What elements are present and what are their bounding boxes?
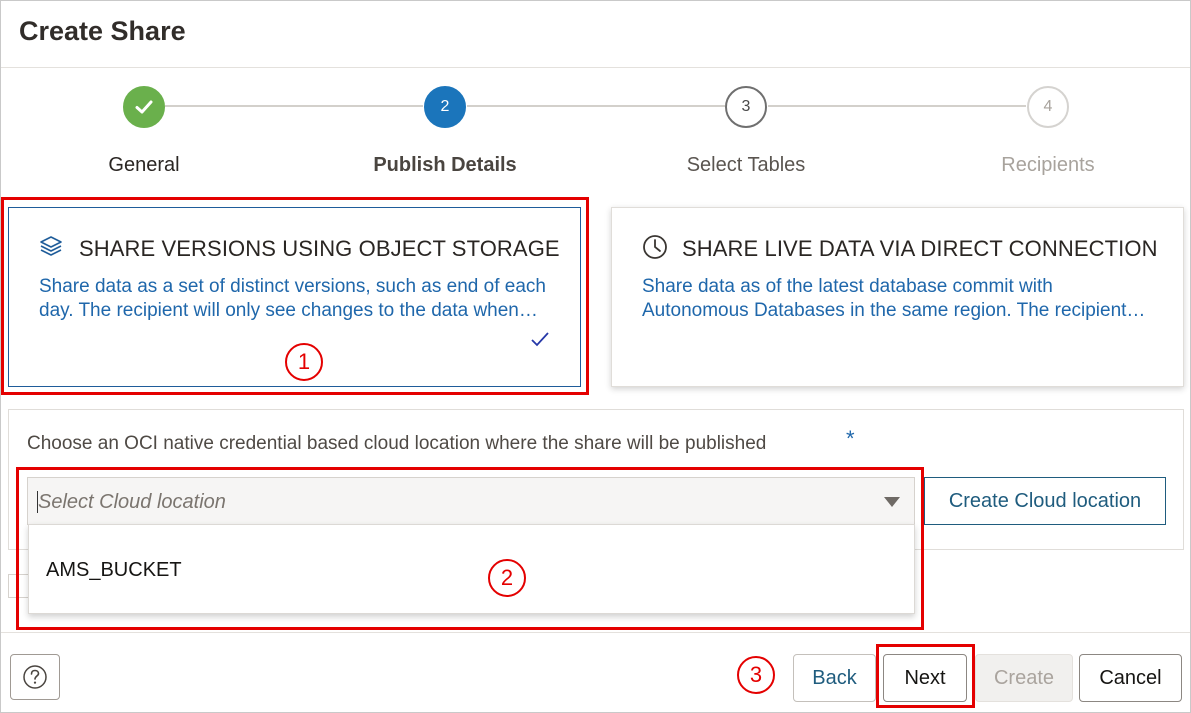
step-1-complete-check-icon[interactable] — [123, 86, 165, 128]
checkmark-icon — [135, 100, 153, 114]
option-title: SHARE LIVE DATA VIA DIRECT CONNECTION — [682, 236, 1158, 261]
step-label-recipients: Recipients — [1001, 154, 1095, 176]
required-indicator: * — [846, 426, 855, 451]
next-button[interactable]: Next — [883, 654, 967, 702]
annotation-highlight-2 — [16, 467, 924, 630]
step-connector — [165, 105, 423, 107]
step-connector — [467, 105, 725, 107]
clock-icon — [642, 234, 668, 265]
step-4-indicator: 4 — [1027, 86, 1069, 128]
description-line: Share data as of the latest database com… — [642, 276, 1053, 297]
step-label-general[interactable]: General — [34, 154, 254, 177]
dialog-title: Create Share — [19, 16, 186, 46]
step-2-indicator[interactable]: 2 — [424, 86, 466, 128]
step-label-select-tables[interactable]: Select Tables — [636, 154, 856, 177]
description-line: Autonomous Databases in the same region.… — [642, 300, 1146, 321]
create-button: Create — [975, 654, 1073, 702]
cancel-button[interactable]: Cancel — [1079, 654, 1182, 702]
step-label-publish-details[interactable]: Publish Details — [335, 154, 555, 177]
annotation-callout-3: 3 — [737, 656, 775, 694]
cloud-location-label: Choose an OCI native credential based cl… — [27, 433, 767, 454]
create-cloud-location-button[interactable]: Create Cloud location — [924, 477, 1166, 525]
footer-divider — [1, 632, 1190, 633]
back-button[interactable]: Back — [793, 654, 876, 702]
option-description: Share data as of the latest database com… — [642, 275, 1145, 323]
step-3-indicator[interactable]: 3 — [725, 86, 767, 128]
live-data-option-card[interactable]: SHARE LIVE DATA VIA DIRECT CONNECTION Sh… — [611, 207, 1184, 387]
help-icon — [23, 665, 47, 689]
annotation-callout-2: 2 — [488, 559, 526, 597]
step-connector — [768, 105, 1026, 107]
help-button[interactable] — [10, 654, 60, 700]
annotation-callout-1: 1 — [285, 343, 323, 381]
title-divider — [1, 67, 1190, 68]
